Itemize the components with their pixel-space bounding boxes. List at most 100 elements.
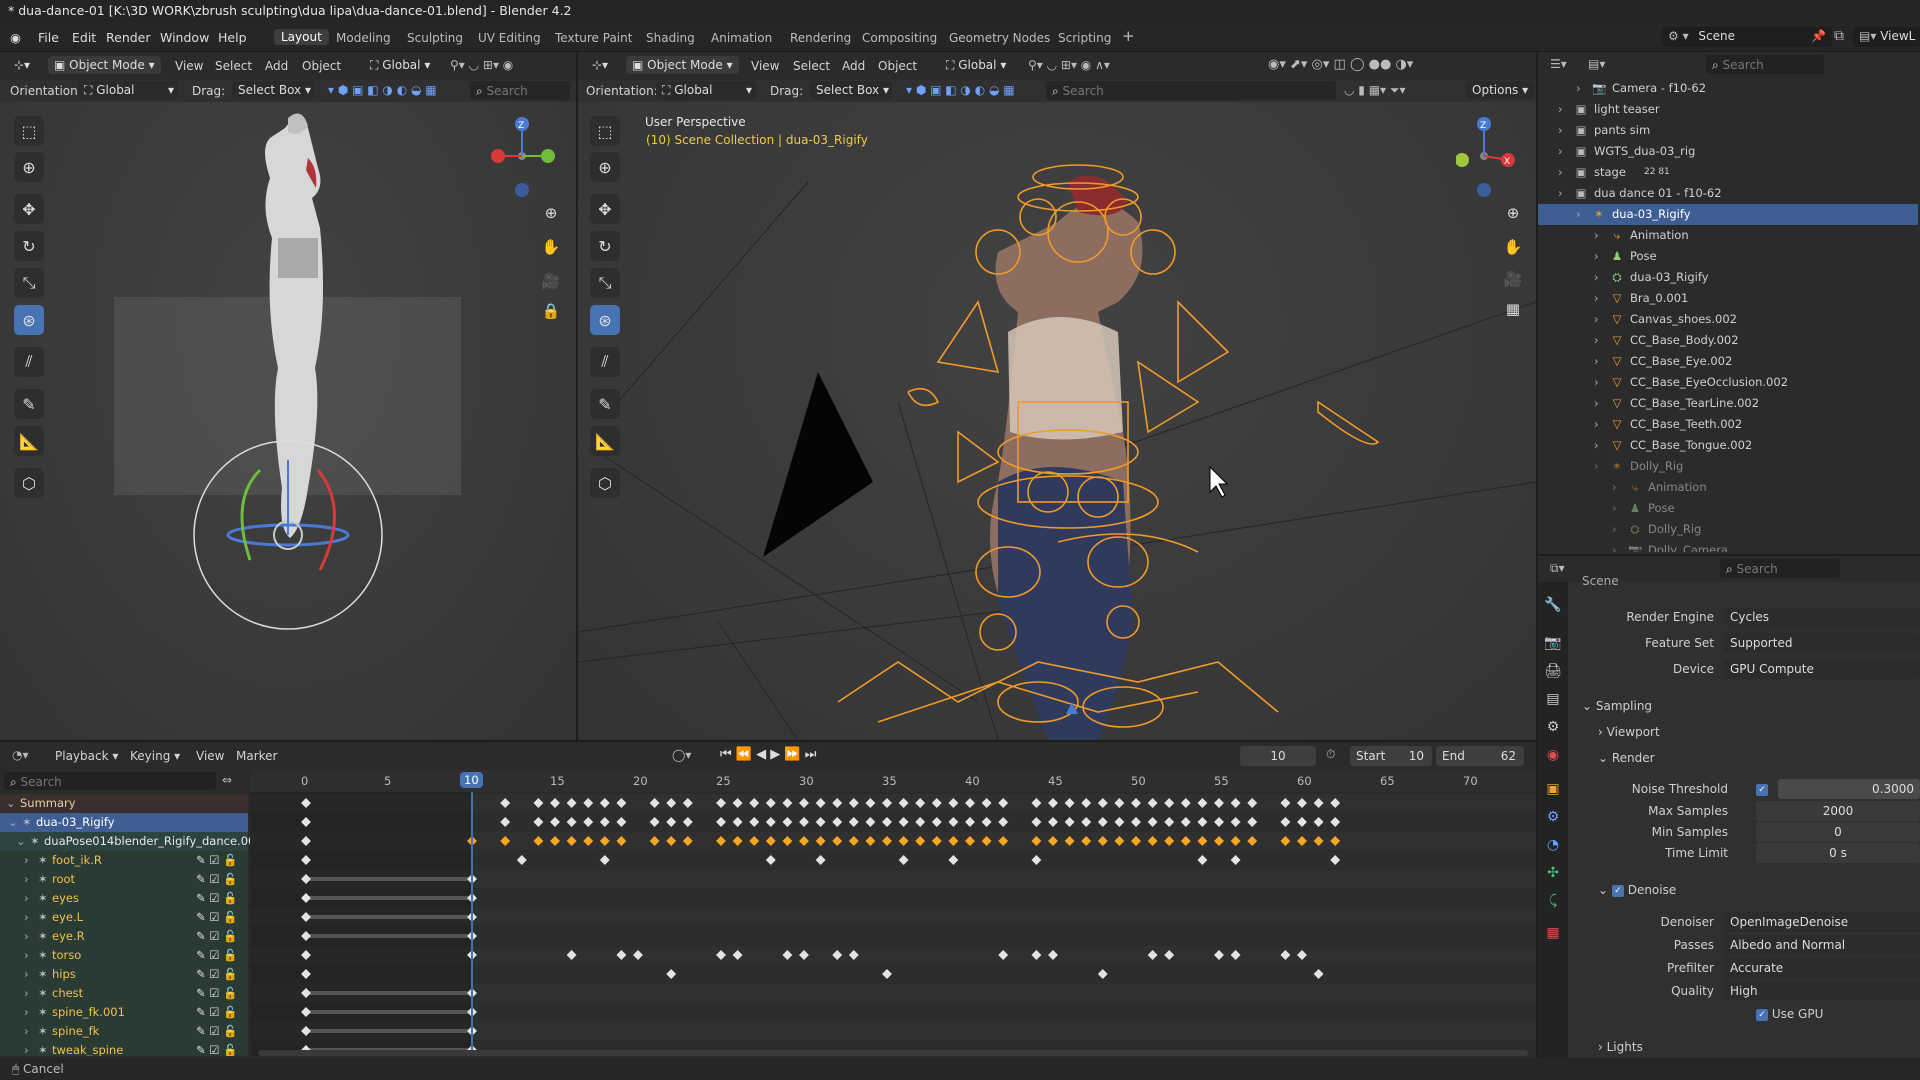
left-menu-add[interactable]: Add <box>265 59 288 73</box>
menu-view[interactable]: View <box>196 749 224 763</box>
outliner-row[interactable]: › ▽ CC_Base_EyeOcclusion.002 <box>1538 372 1918 393</box>
left-menu-view[interactable]: View <box>175 59 203 73</box>
denoise-subpanel-header[interactable]: ⌄ ✓ Denoise <box>1598 883 1676 897</box>
expand-chevron-icon[interactable]: › <box>1558 186 1563 200</box>
scene-tab-icon[interactable]: ⚙ <box>1542 716 1564 738</box>
outliner-row[interactable]: › ▣ light teaser <box>1538 99 1918 120</box>
outliner-row[interactable]: › ♟ Pose <box>1538 498 1918 519</box>
camera-view-icon[interactable]: 🎥 <box>538 268 564 294</box>
main-zoom-icon[interactable]: ⊕ <box>1500 200 1526 226</box>
denoise-checkbox[interactable]: ✓ <box>1611 884 1624 897</box>
channel-row[interactable]: ⌄ dua-03_Rigify ✶ <box>0 813 248 832</box>
passes-dropdown[interactable]: Albedo and Normal <box>1724 935 1920 955</box>
time-limit-field[interactable]: 0 s <box>1756 843 1920 863</box>
main-transform-dropdown[interactable]: ⛶ Global ▾ <box>940 56 1012 75</box>
left-search-input[interactable]: ⌕ Search <box>470 81 570 100</box>
main-drag-dropdown[interactable]: Select Box ▾ <box>810 81 892 99</box>
channel-row[interactable]: ⌄ duaPose014blender_Rigify_dance.001 ✶ <box>0 832 250 851</box>
expand-chevron-icon[interactable]: › <box>1558 123 1563 137</box>
view-layer-tab-icon[interactable]: ▤ <box>1542 688 1564 710</box>
channel-toggle-icons[interactable]: ✎ ☑ 🔓 <box>196 967 238 981</box>
channel-toggle-icons[interactable]: ✎ ☑ 🔓 <box>196 872 238 886</box>
max-samples-field[interactable]: 2000 <box>1756 801 1920 821</box>
tab-texture-paint[interactable]: Texture Paint <box>555 31 632 45</box>
outliner-search-input[interactable]: ⌕ Search <box>1706 55 1824 74</box>
modifier-tab-icon[interactable]: ⚙ <box>1542 806 1564 828</box>
outliner-row[interactable]: › ▣ dua dance 01 - f10-62 <box>1538 183 1918 204</box>
properties-editor-icon[interactable]: ⧉▾ <box>1550 561 1565 576</box>
channel-row[interactable]: › spine_fk.001 ✶ ✎ ☑ 🔓 <box>0 1003 248 1022</box>
tab-scripting[interactable]: Scripting <box>1058 31 1111 45</box>
outliner-row[interactable]: › 📷 Camera - f10-62 <box>1538 78 1918 99</box>
expand-chevron-icon[interactable]: › <box>24 1005 29 1019</box>
noise-threshold-checkbox[interactable]: ✓ <box>1756 784 1768 796</box>
main-menu-select[interactable]: Select <box>793 59 830 73</box>
expand-chevron-icon[interactable]: › <box>24 1024 29 1038</box>
expand-chevron-icon[interactable]: › <box>1558 165 1563 179</box>
main-menu-add[interactable]: Add <box>842 59 865 73</box>
physics-tab-icon[interactable]: ◔ <box>1542 834 1564 856</box>
tab-uv-editing[interactable]: UV Editing <box>478 31 541 45</box>
main-nav-gizmo[interactable]: Z X <box>1456 112 1528 204</box>
tab-sculpting[interactable]: Sculpting <box>407 31 463 45</box>
menu-render[interactable]: Render <box>106 30 151 45</box>
expand-chevron-icon[interactable]: › <box>24 910 29 924</box>
expand-chevron-icon[interactable]: › <box>1612 543 1617 552</box>
swap-icon[interactable]: ⇔ <box>222 773 232 787</box>
expand-chevron-icon[interactable]: › <box>24 872 29 886</box>
expand-chevron-icon[interactable]: › <box>1576 207 1581 221</box>
noise-threshold-field[interactable]: 0.3000 <box>1778 779 1920 799</box>
snap-icon[interactable]: ⚲▾ ◡ ⊞▾ ◉ <box>450 58 513 72</box>
expand-chevron-icon[interactable]: › <box>1594 228 1599 242</box>
channel-row[interactable]: › eye.L ✶ ✎ ☑ 🔓 <box>0 908 248 927</box>
end-frame-field[interactable]: End 62 <box>1436 746 1524 766</box>
new-scene-icon[interactable]: ⧉ <box>1834 28 1844 44</box>
outliner-row[interactable]: › ♟ Pose <box>1538 246 1918 267</box>
expand-chevron-icon[interactable]: › <box>1558 102 1563 116</box>
channel-row[interactable]: ⌄ Summary <box>0 794 248 813</box>
expand-chevron-icon[interactable]: › <box>24 929 29 943</box>
main-camera-view-icon[interactable]: 🎥 <box>1500 266 1526 292</box>
outliner-row[interactable]: › ⛭ dua-03_Rigify <box>1538 267 1918 288</box>
render-tab-icon[interactable]: 📷 <box>1542 632 1564 654</box>
quality-dropdown[interactable]: High <box>1724 981 1920 1001</box>
main-grid-icon[interactable]: ▦ <box>1500 296 1526 322</box>
left-transform-dropdown[interactable]: ⛶ Global ▾ <box>364 56 436 75</box>
expand-chevron-icon[interactable]: › <box>1612 522 1617 536</box>
outliner-row[interactable]: › ⤷ Animation <box>1538 225 1918 246</box>
outliner-row[interactable]: › ⤷ Animation <box>1538 477 1918 498</box>
outliner-row[interactable]: › ✶ Dolly_Rig <box>1538 456 1918 477</box>
tool-tab-icon[interactable]: 🔧 <box>1542 594 1564 616</box>
draw-tool-icon[interactable]: ✎ <box>14 389 44 419</box>
current-frame-field[interactable]: 10 <box>1240 746 1316 766</box>
expand-chevron-icon[interactable]: ⌄ <box>16 834 26 848</box>
channel-toggle-icons[interactable]: ✎ ☑ 🔓 <box>196 891 238 905</box>
world-tab-icon[interactable]: ◉ <box>1542 744 1564 766</box>
main-menu-view[interactable]: View <box>751 59 779 73</box>
left-menu-object[interactable]: Object <box>302 59 341 73</box>
expand-chevron-icon[interactable]: › <box>1594 375 1599 389</box>
expand-chevron-icon[interactable]: › <box>1594 396 1599 410</box>
select-box-tool-icon[interactable]: ⬚ <box>14 116 44 146</box>
min-samples-field[interactable]: 0 <box>1756 822 1920 842</box>
channel-row[interactable]: › tweak_spine ✶ ✎ ☑ 🔓 <box>0 1041 248 1056</box>
scale-tool-icon[interactable]: ⤡ <box>14 268 44 298</box>
add-cube-tool-icon[interactable]: ⬡ <box>14 468 44 498</box>
feature-set-dropdown[interactable]: Supported <box>1724 633 1920 653</box>
channel-toggle-icons[interactable]: ✎ ☑ 🔓 <box>196 1005 238 1019</box>
outliner-row[interactable]: › ✶ dua-03_Rigify <box>1538 204 1918 225</box>
outliner-row[interactable]: › ▽ CC_Base_Tongue.002 <box>1538 435 1918 456</box>
menu-help[interactable]: Help <box>218 30 247 45</box>
editor-type-icon[interactable]: ⊹▾ <box>8 56 36 74</box>
expand-chevron-icon[interactable]: › <box>1576 81 1581 95</box>
timeline-editor-icon[interactable]: ◔▾ <box>12 748 29 762</box>
outliner-row[interactable]: › ⛭ Dolly_Rig <box>1538 519 1918 540</box>
stopwatch-icon[interactable]: ⏱ <box>1326 747 1335 762</box>
rotate-tool-icon[interactable]: ↻ <box>14 231 44 261</box>
tab-rendering[interactable]: Rendering <box>790 31 851 45</box>
tab-compositing[interactable]: Compositing <box>862 31 937 45</box>
frame-ruler[interactable]: 051015202530354045505560657010 <box>250 770 1536 792</box>
zoom-icon[interactable]: ⊕ <box>538 200 564 226</box>
annotate-tool-icon[interactable]: ⫽ <box>14 347 44 377</box>
expand-chevron-icon[interactable]: › <box>1594 417 1599 431</box>
